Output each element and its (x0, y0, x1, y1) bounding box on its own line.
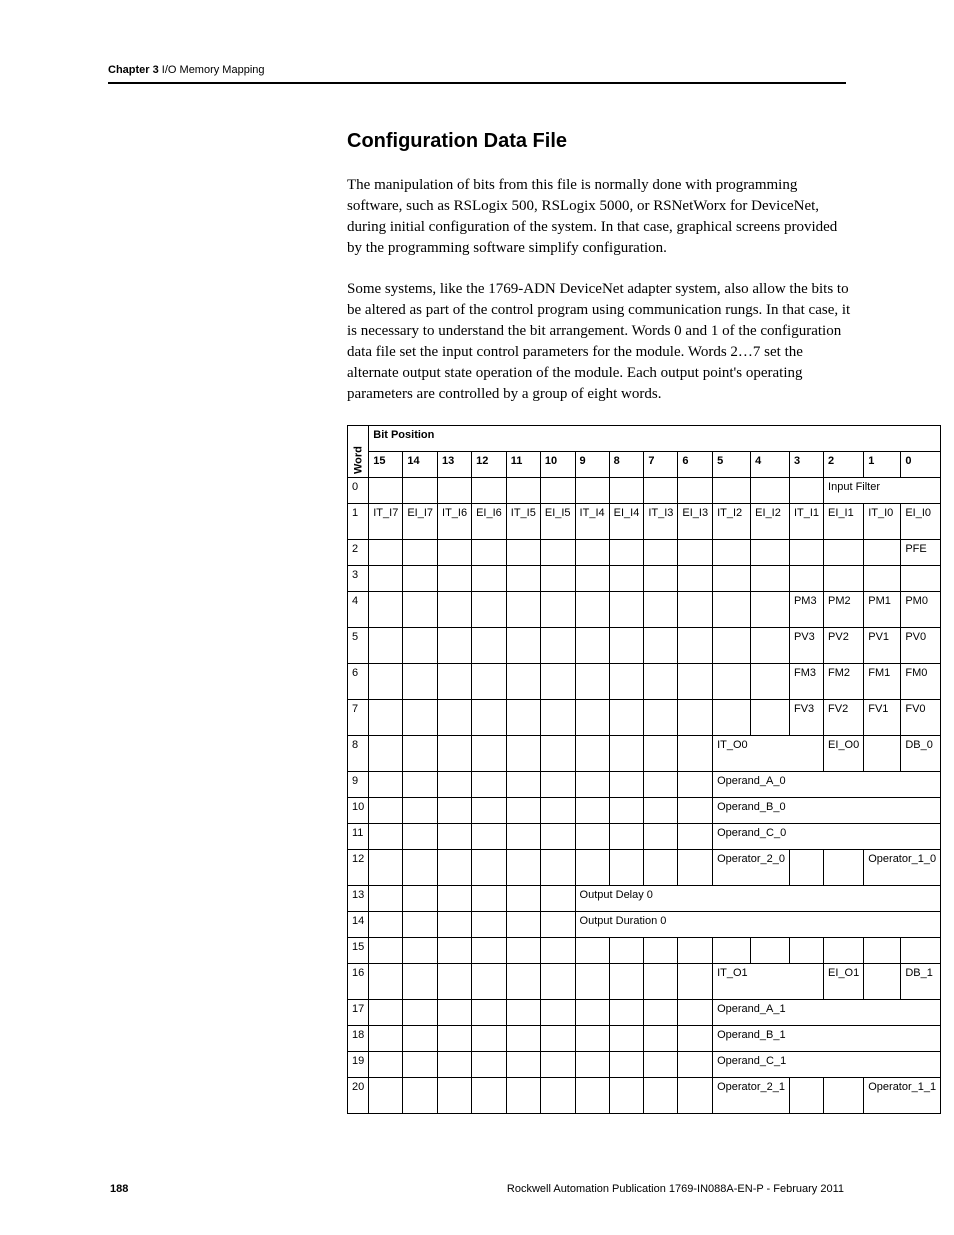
word-cell: 4 (348, 592, 369, 628)
table-row: 18 Operand_B_1 (348, 1026, 941, 1052)
word-cell: 15 (348, 938, 369, 964)
output-duration-cell: Output Duration 0 (575, 912, 941, 938)
table-row: 9 Operand_A_0 (348, 772, 941, 798)
operator1-cell: Operator_1_0 (864, 850, 941, 886)
bit-position-header: Bit Position (369, 426, 941, 452)
table-row: 1 IT_I7 EI_I7 IT_I6 EI_I6 IT_I5 EI_I5 IT… (348, 504, 941, 540)
col-0: 0 (901, 452, 941, 478)
operand-cell: Operand_A_0 (713, 772, 941, 798)
word-cell: 11 (348, 824, 369, 850)
table-row: 15 (348, 938, 941, 964)
header-row-2: 15 14 13 12 11 10 9 8 7 6 5 4 3 2 1 0 (348, 452, 941, 478)
col-7: 7 (644, 452, 678, 478)
word-cell: 3 (348, 566, 369, 592)
db-cell: DB_0 (901, 736, 941, 772)
col-10: 10 (540, 452, 575, 478)
table-row: 13 Output Delay 0 (348, 886, 941, 912)
publication-info: Rockwell Automation Publication 1769-IN0… (507, 1183, 844, 1195)
operand-cell: Operand_A_1 (713, 1000, 941, 1026)
table-row: 2 PFE (348, 540, 941, 566)
word-cell: 8 (348, 736, 369, 772)
word-cell: 10 (348, 798, 369, 824)
word-cell: 0 (348, 478, 369, 504)
pfe-cell: PFE (901, 540, 941, 566)
table-row: 6 FM3 FM2 FM1 FM0 (348, 664, 941, 700)
page-header: Chapter 3 I/O Memory Mapping (108, 60, 846, 84)
word-cell: 6 (348, 664, 369, 700)
operand-cell: Operand_B_1 (713, 1026, 941, 1052)
ei-cell: EI_O1 (824, 964, 864, 1000)
operator1-cell: Operator_1_1 (864, 1078, 941, 1114)
config-table-wrap: Word Bit Position 15 14 13 12 11 10 9 8 … (347, 425, 854, 1114)
table-row: 16 IT_O1 EI_O1 DB_1 (348, 964, 941, 1000)
col-13: 13 (438, 452, 472, 478)
col-12: 12 (472, 452, 507, 478)
it-cell: IT_O0 (713, 736, 824, 772)
word-cell: 20 (348, 1078, 369, 1114)
word-cell: 5 (348, 628, 369, 664)
operator2-cell: Operator_2_1 (713, 1078, 790, 1114)
word-header: Word (348, 426, 369, 478)
paragraph-2: Some systems, like the 1769-ADN DeviceNe… (347, 279, 854, 405)
db-cell: DB_1 (901, 964, 941, 1000)
col-11: 11 (506, 452, 540, 478)
word-cell: 14 (348, 912, 369, 938)
word-cell: 16 (348, 964, 369, 1000)
table-row: 4 PM3 PM2 PM1 PM0 (348, 592, 941, 628)
input-filter-cell: Input Filter (824, 478, 941, 504)
col-2: 2 (824, 452, 864, 478)
main-content: Configuration Data File The manipulation… (347, 130, 854, 1114)
config-table: Word Bit Position 15 14 13 12 11 10 9 8 … (347, 425, 941, 1114)
col-5: 5 (713, 452, 751, 478)
operand-cell: Operand_C_0 (713, 824, 941, 850)
output-delay-cell: Output Delay 0 (575, 886, 941, 912)
page-number: 188 (110, 1183, 128, 1195)
col-8: 8 (609, 452, 644, 478)
col-14: 14 (403, 452, 438, 478)
table-row: 20 Operator_2_1 Operator_1_1 (348, 1078, 941, 1114)
col-4: 4 (751, 452, 790, 478)
operand-cell: Operand_B_0 (713, 798, 941, 824)
word-cell: 18 (348, 1026, 369, 1052)
table-row: 19 Operand_C_1 (348, 1052, 941, 1078)
table-row: 3 (348, 566, 941, 592)
chapter-title: I/O Memory Mapping (159, 64, 265, 76)
word-cell: 9 (348, 772, 369, 798)
table-row: 7 FV3 FV2 FV1 FV0 (348, 700, 941, 736)
operator2-cell: Operator_2_0 (713, 850, 790, 886)
word-cell: 1 (348, 504, 369, 540)
table-row: 11 Operand_C_0 (348, 824, 941, 850)
chapter-label: Chapter 3 I/O Memory Mapping (108, 64, 265, 76)
operand-cell: Operand_C_1 (713, 1052, 941, 1078)
paragraph-1: The manipulation of bits from this file … (347, 175, 854, 259)
col-9: 9 (575, 452, 609, 478)
it-cell: IT_O1 (713, 964, 824, 1000)
page-footer: 188 Rockwell Automation Publication 1769… (110, 1183, 844, 1195)
table-row: 10 Operand_B_0 (348, 798, 941, 824)
word-cell: 19 (348, 1052, 369, 1078)
table-row: 0 Input Filter (348, 478, 941, 504)
table-row: 5 PV3 PV2 PV1 PV0 (348, 628, 941, 664)
table-row: 17 Operand_A_1 (348, 1000, 941, 1026)
word-cell: 7 (348, 700, 369, 736)
word-cell: 12 (348, 850, 369, 886)
word-cell: 2 (348, 540, 369, 566)
word-cell: 13 (348, 886, 369, 912)
col-15: 15 (369, 452, 403, 478)
col-6: 6 (678, 452, 713, 478)
ei-cell: EI_O0 (824, 736, 864, 772)
word-cell: 17 (348, 1000, 369, 1026)
section-title: Configuration Data File (347, 130, 854, 153)
table-row: 14 Output Duration 0 (348, 912, 941, 938)
chapter-number: Chapter 3 (108, 64, 159, 76)
col-1: 1 (864, 452, 901, 478)
table-row: 8 IT_O0 EI_O0 DB_0 (348, 736, 941, 772)
header-row-1: Word Bit Position (348, 426, 941, 452)
col-3: 3 (789, 452, 823, 478)
table-row: 12 Operator_2_0 Operator_1_0 (348, 850, 941, 886)
